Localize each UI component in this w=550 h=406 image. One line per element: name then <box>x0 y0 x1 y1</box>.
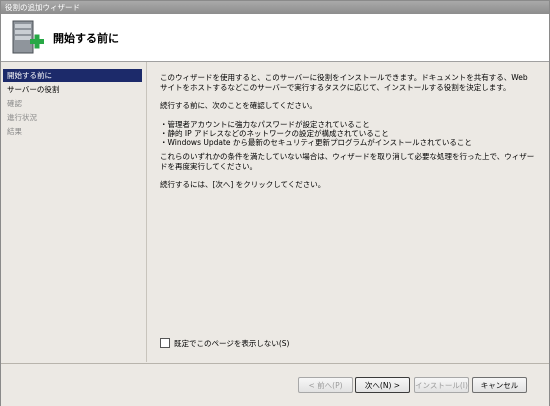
cancel-button[interactable]: キャンセル <box>472 377 527 393</box>
page-title: 開始する前に <box>53 32 119 45</box>
step-progress: 進行状況 <box>7 113 37 122</box>
skip-page-option[interactable]: 既定でこのページを表示しない(S) <box>160 337 289 349</box>
server-add-icon <box>9 19 45 57</box>
intro-text: このウィザードを使用すると、このサーバーに役割をインストールできます。ドキュメン… <box>160 73 528 92</box>
skip-page-label[interactable]: 既定でこのページを表示しない(S) <box>174 338 289 349</box>
button-bar: < 前へ(P) 次へ(N) > インストール(I) キャンセル <box>1 363 549 406</box>
next-hint-text: 続行するには、[次へ] をクリックしてください。 <box>160 180 326 189</box>
wizard-step-nav: 開始する前に サーバーの役割 確認 進行状況 結果 <box>1 62 144 362</box>
wizard-window: 役割の追加ウィザード 開始する前に 開始する前に サーバーの役割 確認 進行状況… <box>0 0 550 406</box>
list-item: ・Windows Update から最新のセキュリティ更新プログラムがインストー… <box>160 138 472 147</box>
step-server-roles[interactable]: サーバーの役割 <box>1 83 144 96</box>
list-item: ・管理者アカウントに強力なパスワードが設定されていること <box>160 120 370 129</box>
list-item: ・静的 IP アドレスなどのネットワークの設定が構成されていること <box>160 129 389 138</box>
prerequisite-heading: 続行する前に、次のことを確認してください。 <box>160 101 317 110</box>
step-confirmation: 確認 <box>7 99 22 108</box>
window-title: 役割の追加ウィザード <box>1 1 549 14</box>
skip-page-checkbox[interactable] <box>160 338 170 348</box>
back-button[interactable]: < 前へ(P) <box>298 377 353 393</box>
content-pane: このウィザードを使用すると、このサーバーに役割をインストールできます。ドキュメン… <box>146 62 544 362</box>
step-results: 結果 <box>7 127 22 136</box>
condition-text: これらのいずれかの条件を満たしていない場合は、ウィザードを取り消して必要な処理を… <box>160 152 535 171</box>
install-button[interactable]: インストール(I) <box>414 377 469 393</box>
prerequisite-list: ・管理者アカウントに強力なパスワードが設定されていること ・静的 IP アドレス… <box>160 120 535 147</box>
header-banner: 開始する前に <box>1 14 549 62</box>
step-before-you-begin[interactable]: 開始する前に <box>3 69 142 82</box>
next-button[interactable]: 次へ(N) > <box>355 377 410 393</box>
